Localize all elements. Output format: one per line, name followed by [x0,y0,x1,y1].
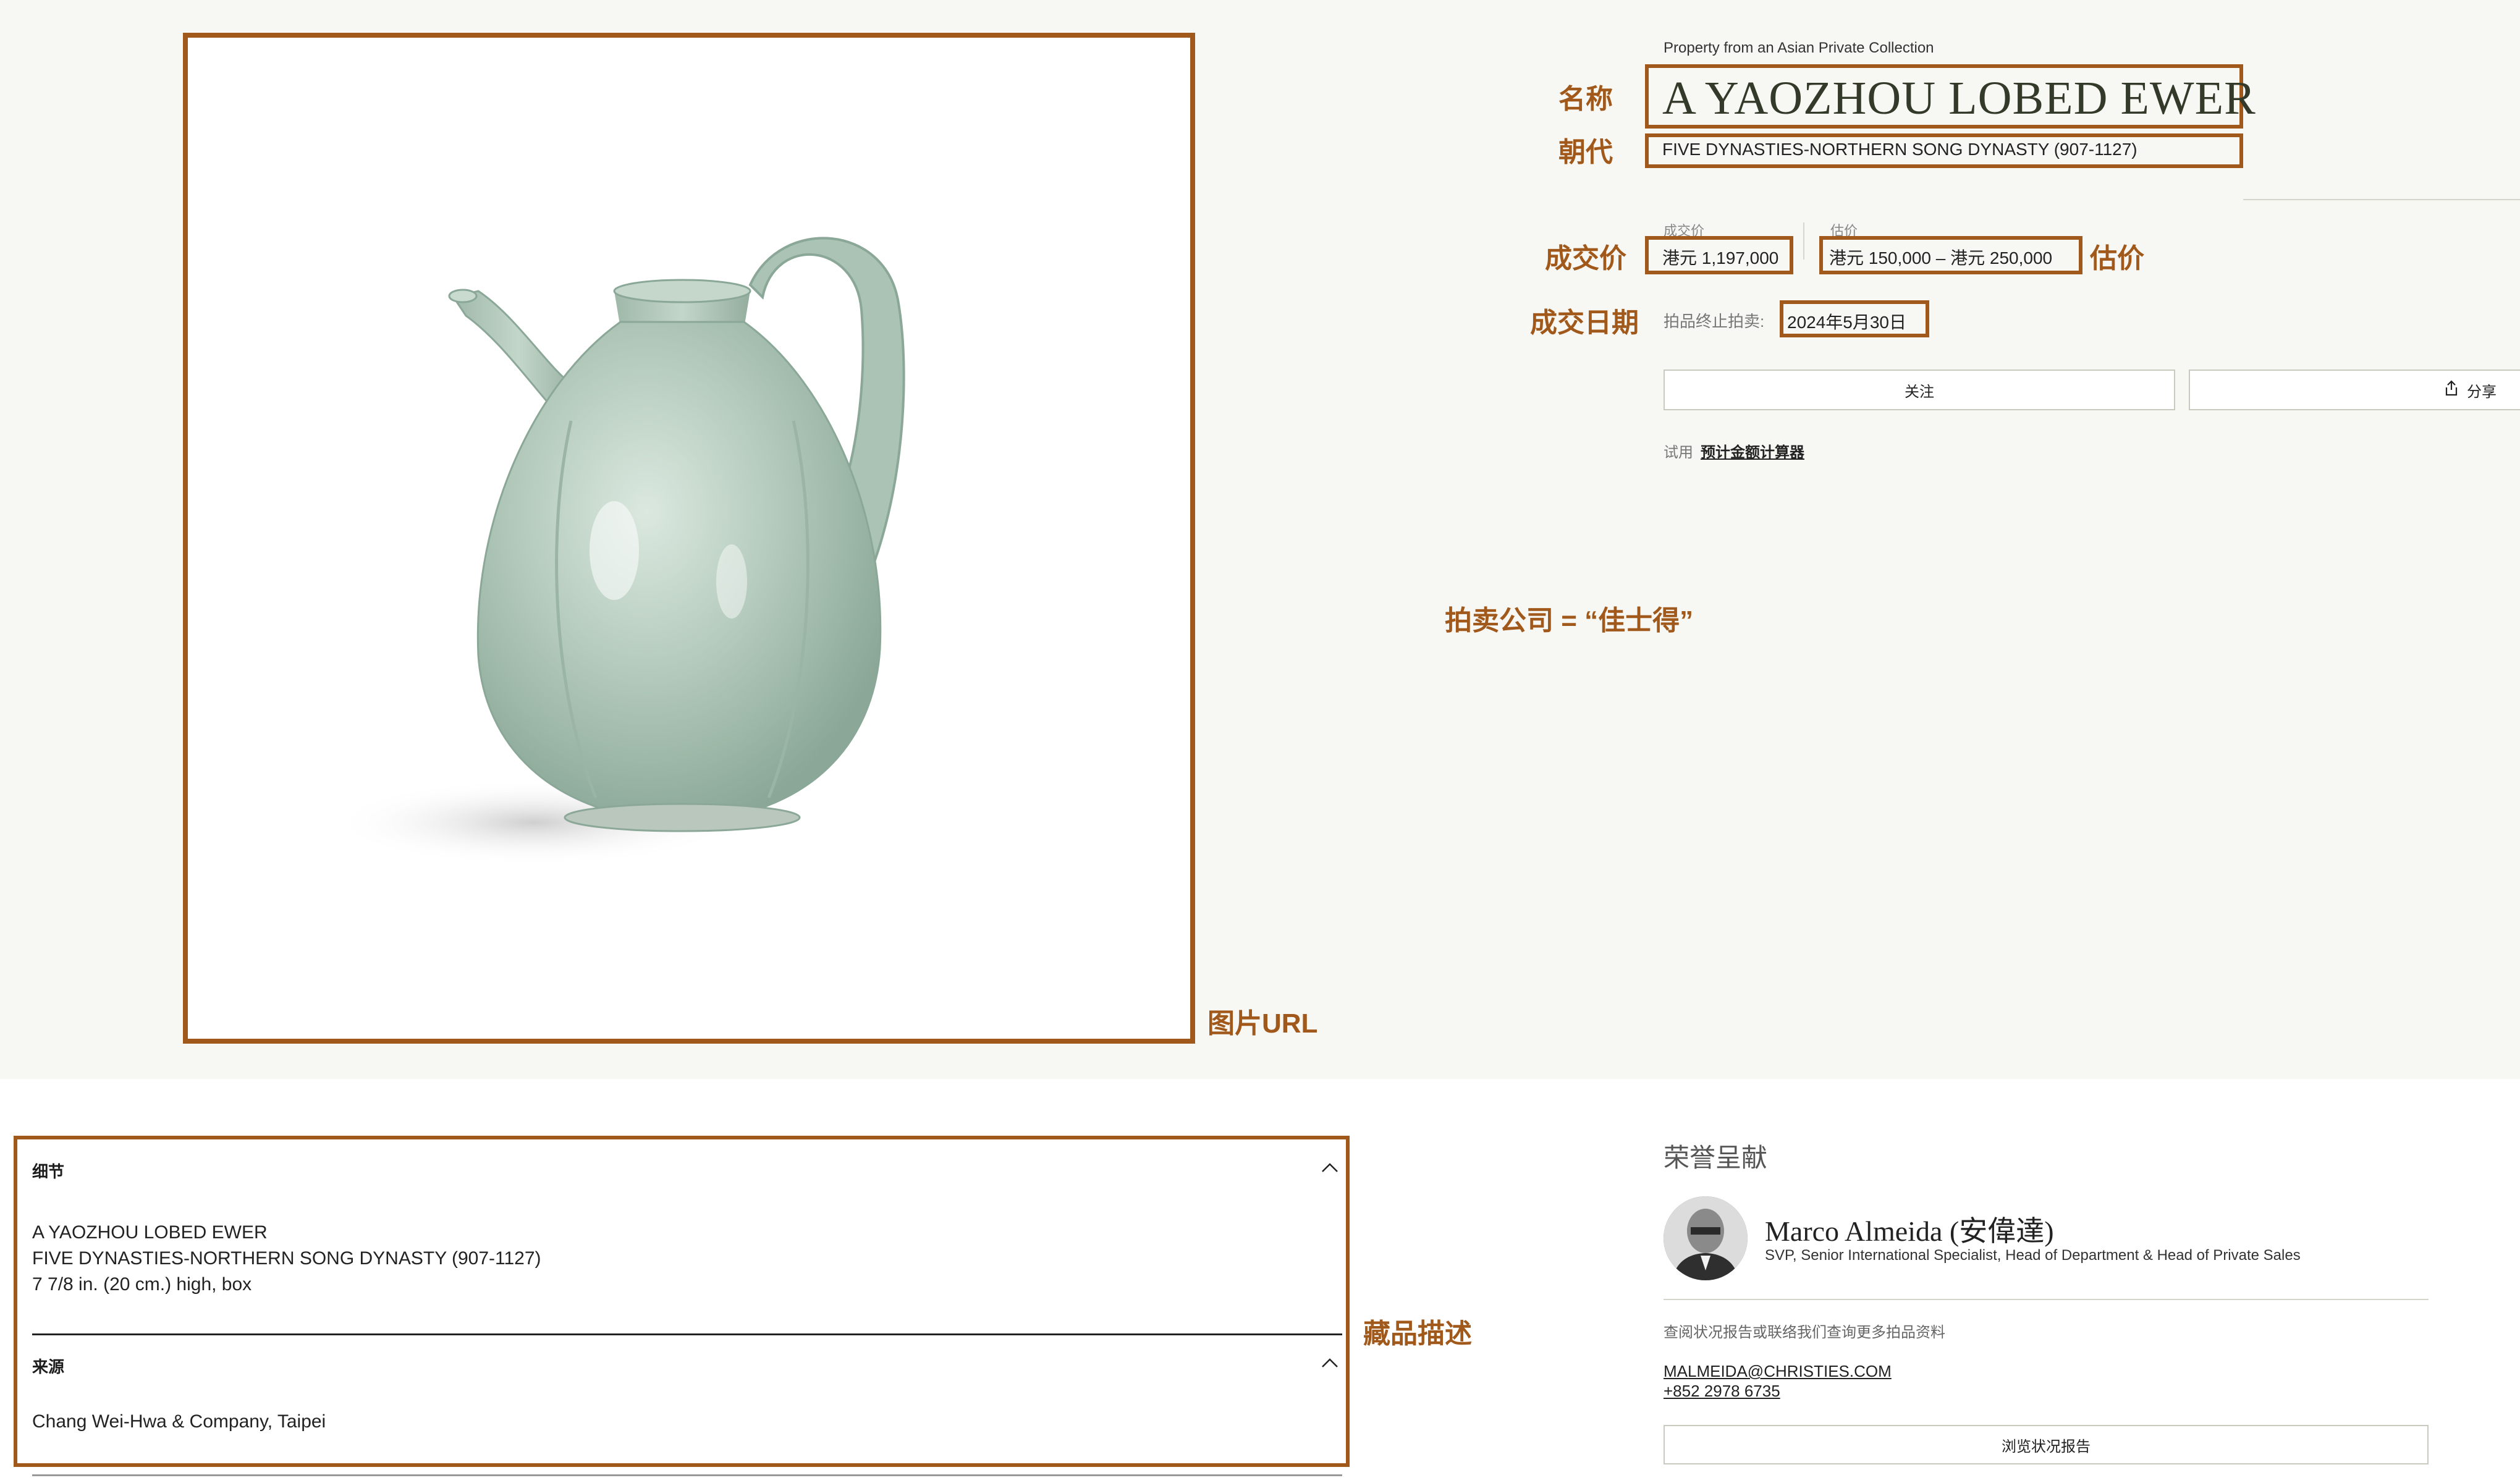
closed-label: 拍品终止拍卖: [1664,312,1765,331]
details-line: 7 7/8 in. (20 cm.) high, box [32,1274,252,1295]
share-icon [2445,379,2458,400]
specialist-role: SVP, Senior International Specialist, He… [1765,1247,2301,1264]
annotation-description: 藏品描述 [1363,1319,1472,1349]
details-divider [32,1333,1342,1335]
annotation-estimate: 估价 [2090,243,2144,274]
annotation-price: 成交价 [1545,243,1626,274]
provenance-header[interactable]: 来源 [32,1354,64,1377]
specialist-name: Marco Almeida (安偉達) [1765,1215,2054,1247]
divider [2243,199,2520,200]
follow-button-label: 关注 [1905,383,1934,400]
provenance-line: Property from an Asian Private Collectio… [1664,40,1934,56]
price-realised: 港元 1,197,000 [1662,248,1779,268]
condition-report-button[interactable]: 浏览状况报告 [1664,1425,2429,1464]
share-button[interactable]: 分享 [2189,370,2520,410]
details-header[interactable]: 细节 [32,1159,64,1182]
chevron-up-icon[interactable] [1321,1162,1338,1176]
ewer-image [330,237,905,866]
annotation-name: 名称 [1558,84,1613,114]
estimate: 港元 150,000 – 港元 250,000 [1829,248,2053,268]
annotation-image-url: 图片URL [1207,1008,1318,1039]
specialist-phone[interactable]: +852 2978 6735 [1664,1382,1780,1401]
provenance-text: Chang Wei-Hwa & Company, Taipei [32,1411,326,1432]
specialist-email[interactable]: MALMEIDA@CHRISTIES.COM [1664,1362,1892,1381]
lot-title: A YAOZHOU LOBED EWER [1662,72,2256,124]
calculator-link[interactable]: 预计金额计算器 [1701,440,1804,462]
contact-prompt: 查阅状况报告或联络我们查询更多拍品资料 [1664,1324,1945,1341]
closed-date: 2024年5月30日 [1787,313,1907,332]
specialist-section-title: 荣誉呈献 [1664,1143,1768,1172]
chevron-up-icon[interactable] [1321,1357,1338,1371]
annotation-date: 成交日期 [1530,308,1639,338]
share-button-label: 分享 [2467,383,2497,400]
provenance-divider [32,1474,1342,1476]
details-line: FIVE DYNASTIES-NORTHERN SONG DYNASTY (90… [32,1248,541,1269]
annotation-dynasty: 朝代 [1558,137,1613,167]
price-divider [1803,222,1804,260]
lower-section: 细节 A YAOZHOU LOBED EWER FIVE DYNASTIES-N… [0,1079,2520,1483]
annotation-auction-house: 拍卖公司 = “佳士得” [1445,606,1694,636]
specialist-divider [1664,1299,2429,1300]
avatar [1664,1196,1748,1280]
condition-report-button-label: 浏览状况报告 [2002,1438,2091,1455]
lot-image[interactable] [183,33,1195,1044]
details-body: A YAOZHOU LOBED EWER FIVE DYNASTIES-NORT… [32,1220,541,1298]
lot-dynasty: FIVE DYNASTIES-NORTHERN SONG DYNASTY (90… [1662,140,2137,159]
details-line: A YAOZHOU LOBED EWER [32,1222,268,1243]
follow-button[interactable]: 关注 [1664,370,2175,410]
try-label: 试用 [1664,444,1693,461]
